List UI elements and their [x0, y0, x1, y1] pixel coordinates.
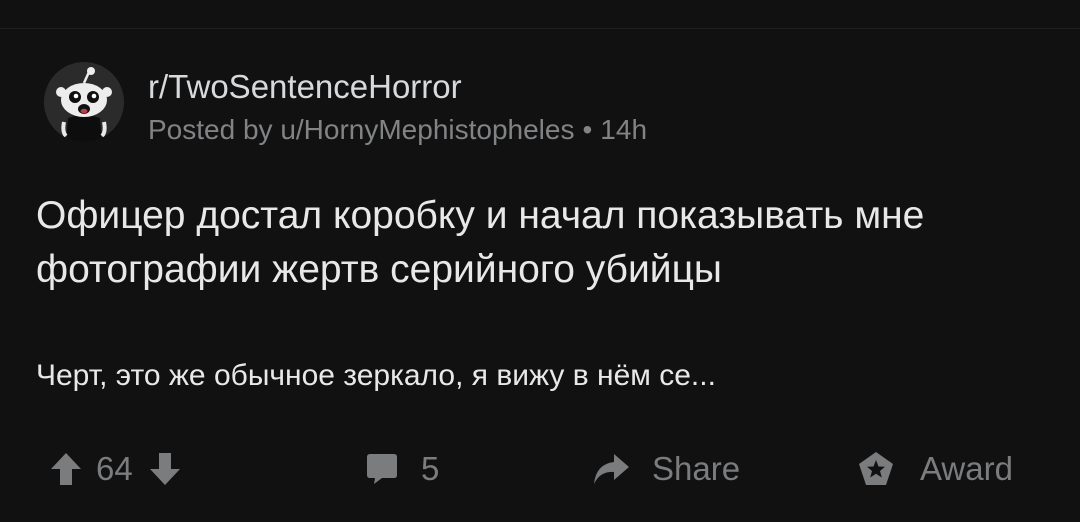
vote-controls: 64 — [50, 439, 181, 499]
post-action-bar: 64 5 Share Award — [0, 439, 1080, 499]
post-title[interactable]: Офицер достал коробку и начал показывать… — [36, 189, 1036, 297]
downvote-arrow-icon[interactable] — [149, 452, 181, 486]
posted-by-label: Posted by — [148, 114, 273, 145]
award-button[interactable]: Award — [858, 439, 1013, 499]
upvote-arrow-icon[interactable] — [50, 452, 82, 486]
meta-separator: • — [582, 114, 593, 145]
subreddit-name[interactable]: r/TwoSentenceHorror — [148, 67, 462, 107]
post-meta: Posted by u/HornyMephistopheles • 14h — [148, 112, 647, 148]
subreddit-avatar-icon[interactable] — [44, 62, 124, 142]
award-badge-icon — [858, 451, 894, 487]
comments-button[interactable]: 5 — [365, 439, 439, 499]
post-age: 14h — [600, 114, 648, 145]
comment-count: 5 — [421, 450, 440, 487]
post-body-preview[interactable]: Черт, это же обычное зеркало, я вижу в н… — [36, 354, 1036, 398]
award-label: Award — [920, 450, 1013, 487]
share-arrow-icon — [592, 452, 630, 486]
vote-count: 64 — [96, 450, 133, 487]
author-link[interactable]: u/HornyMephistopheles — [280, 114, 574, 145]
post-card[interactable]: r/TwoSentenceHorror Posted by u/HornyMep… — [0, 29, 1080, 522]
comment-bubble-icon — [365, 452, 399, 486]
share-label: Share — [652, 450, 741, 487]
share-button[interactable]: Share — [592, 439, 740, 499]
